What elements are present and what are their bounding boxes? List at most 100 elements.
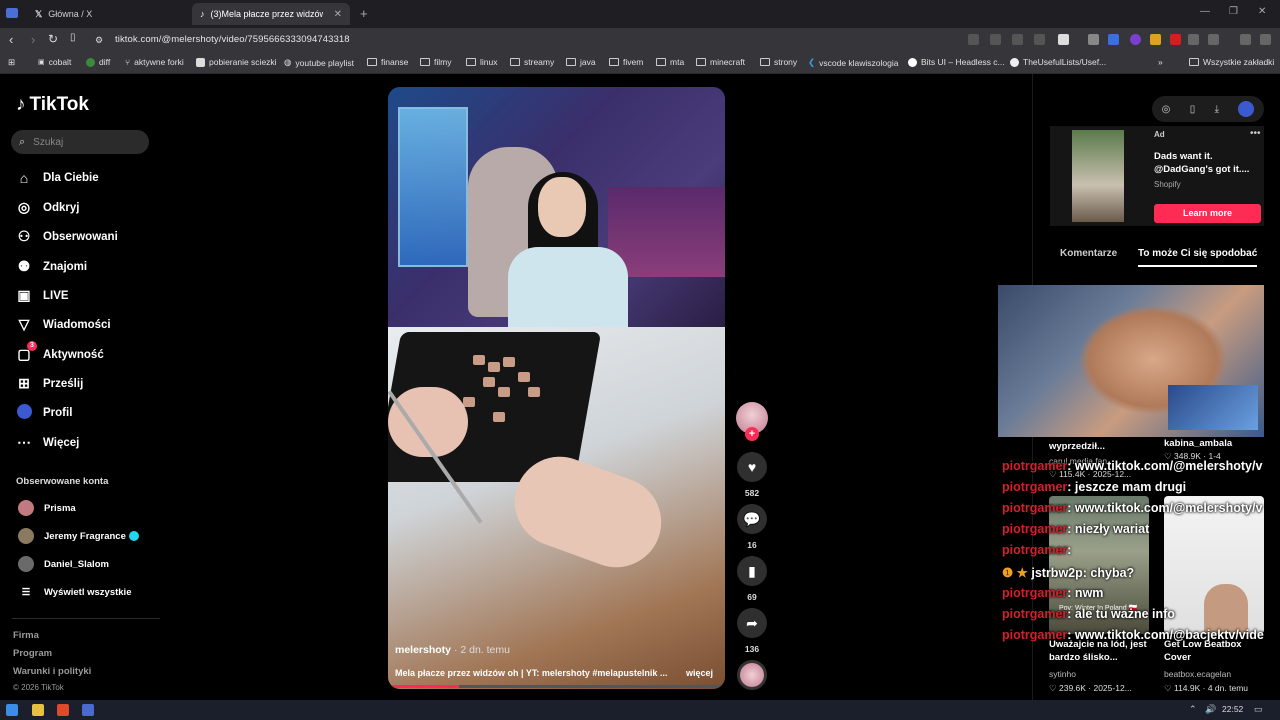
ad-more-icon[interactable]: ••• — [1250, 128, 1261, 139]
site-info-icon[interactable]: ⚙ — [95, 35, 103, 46]
extension-icon[interactable] — [1108, 34, 1119, 45]
bookmark-bits-ui[interactable]: Bits UI – Headless c... — [908, 57, 1005, 67]
footer-link-terms[interactable]: Warunki i polityki — [13, 666, 91, 677]
bookmark-aktywne-forki[interactable]: ⑂ aktywne forki — [125, 57, 184, 67]
menu-icon[interactable] — [1260, 34, 1271, 45]
followed-account[interactable]: Prisma — [18, 500, 76, 516]
nav-profil[interactable]: Profil — [16, 404, 72, 422]
close-window-button[interactable]: ✕ — [1258, 6, 1266, 17]
bookmark-page-icon[interactable]: ▯ — [70, 32, 76, 43]
nav-przeslij[interactable]: ⊞ Prześlij — [16, 375, 83, 392]
extension-icon[interactable] — [1170, 34, 1181, 45]
bookmark-filmy[interactable]: filmy — [420, 57, 451, 67]
app-icon[interactable] — [82, 704, 94, 716]
bookmark-minecraft[interactable]: minecraft — [696, 57, 745, 67]
minimize-button[interactable]: — — [1200, 6, 1210, 17]
card-title[interactable]: wyprzedził... — [1049, 440, 1105, 453]
extension-icon[interactable] — [1150, 34, 1161, 45]
more-bookmarks-icon[interactable]: » — [1158, 57, 1163, 67]
maximize-button[interactable]: ❐ — [1229, 6, 1238, 17]
reload-button[interactable]: ↻ — [48, 32, 58, 46]
bookmark-useful-lists[interactable]: TheUsefulLists/Usef... — [1010, 57, 1106, 67]
tab-komentarze[interactable]: Komentarze — [1060, 248, 1117, 259]
diff-icon — [86, 57, 95, 67]
user-avatar-icon[interactable] — [1238, 101, 1255, 117]
bookmark-fivem[interactable]: fivem — [609, 57, 643, 67]
card-author[interactable]: sytinho — [1049, 669, 1076, 679]
volume-icon[interactable]: 🔊 — [1205, 704, 1216, 715]
card-author[interactable]: beatbox.ecagelan — [1164, 669, 1231, 679]
share-button[interactable]: ➦ 136 — [737, 608, 767, 654]
media-icon[interactable] — [1240, 34, 1251, 45]
follow-plus-icon[interactable]: + — [745, 427, 759, 441]
music-disc-icon[interactable] — [737, 660, 767, 690]
nav-wiecej[interactable]: ⋯ Więcej — [16, 434, 79, 451]
video-author[interactable]: melershoty · 2 dn. temu — [395, 644, 510, 656]
sidebar-icon[interactable] — [1208, 34, 1219, 45]
pause-icon[interactable] — [1088, 34, 1099, 45]
apps-icon[interactable]: ⊞ — [8, 57, 15, 68]
browser-icon[interactable] — [57, 704, 69, 716]
followed-account[interactable]: Jeremy Fragrance — [18, 528, 139, 544]
show-all-button[interactable]: ☰ Wyświetl wszystkie — [18, 587, 132, 598]
followed-account[interactable]: Daniel_Slalom — [18, 556, 109, 572]
bookmark-pobieranie[interactable]: pobieranie sciezki — [196, 57, 277, 67]
compass-icon[interactable]: ◎ — [1162, 104, 1171, 115]
nav-live[interactable]: ▣ LIVE — [16, 287, 68, 304]
like-button[interactable]: ♥ 582 — [737, 452, 767, 498]
nav-dla-ciebie[interactable]: ⌂ Dla Ciebie — [16, 170, 99, 186]
nav-znajomi[interactable]: ⚉ Znajomi — [16, 258, 87, 275]
bookmark-java[interactable]: java — [566, 57, 596, 67]
tab-x[interactable]: 𝕏 Główna / X — [27, 3, 187, 25]
bookmark-mta[interactable]: mta — [656, 57, 684, 67]
browser-menu-icon[interactable] — [6, 8, 18, 18]
translate-icon[interactable] — [968, 34, 979, 45]
nav-aktywnosc[interactable]: ▢ 3 Aktywność — [16, 341, 104, 363]
footer-link-firma[interactable]: Firma — [13, 630, 39, 641]
download-icon[interactable]: ⤓ — [1215, 104, 1219, 115]
close-tab-icon[interactable]: ✕ — [334, 9, 342, 20]
tray-expand-icon[interactable]: ⌃ — [1189, 704, 1197, 715]
bookmark-diff[interactable]: diff — [86, 57, 110, 67]
shield-icon[interactable] — [1058, 34, 1069, 45]
bookmark-cobalt[interactable]: ▣ cobalt — [38, 57, 71, 67]
ad-card[interactable]: Ad ••• Dads want it. @DadGang's got it..… — [1050, 126, 1264, 226]
taskbar: ⌃ 🔊 22:52 ▭ — [0, 700, 1280, 720]
video-player[interactable]: melershoty · 2 dn. temu Mela płacze prze… — [388, 87, 725, 689]
learn-more-button[interactable]: Learn more — [1154, 204, 1261, 223]
share-icon[interactable] — [1034, 34, 1045, 45]
extension-icon[interactable] — [1130, 34, 1141, 45]
bookmark-linux[interactable]: linux — [466, 57, 497, 67]
footer-link-program[interactable]: Program — [13, 648, 52, 659]
save-button[interactable]: ▮ 69 — [737, 556, 767, 602]
card-title[interactable]: kabina_ambala — [1164, 437, 1232, 450]
search-input[interactable]: ⌕ Szukaj — [11, 130, 149, 154]
forward-button[interactable]: › — [31, 32, 35, 47]
bookmark-strony[interactable]: strony — [760, 57, 797, 67]
video-progress-bar[interactable] — [388, 685, 725, 688]
bookmark-youtube[interactable]: ◍ youtube playlist — [284, 57, 354, 68]
language-icon[interactable] — [990, 34, 1001, 45]
tab-recommended[interactable]: To może Ci się spodobać — [1138, 248, 1258, 267]
nav-wiadomosci[interactable]: ▽ Wiadomości — [16, 316, 111, 333]
phone-icon[interactable]: ▯ — [1190, 104, 1196, 115]
nav-obserwowani[interactable]: ⚇ Obserwowani — [16, 228, 118, 245]
video-thumbnail[interactable] — [1164, 496, 1264, 634]
bookmark-vscode[interactable]: ❮ vscode klawiszologia — [808, 57, 899, 68]
all-bookmarks[interactable]: Wszystkie zakładki — [1189, 57, 1274, 67]
new-tab-button[interactable]: + — [360, 6, 368, 21]
cast-icon[interactable] — [1012, 34, 1023, 45]
bookmark-streamy[interactable]: streamy — [510, 57, 554, 67]
more-button[interactable]: więcej — [686, 668, 713, 678]
file-explorer-icon[interactable] — [32, 704, 44, 716]
tiktok-logo[interactable]: ♪ TikTok — [16, 94, 89, 116]
comment-button[interactable]: 💬 16 — [737, 504, 767, 550]
notifications-icon[interactable]: ▭ — [1254, 704, 1263, 715]
back-button[interactable]: ‹ — [9, 32, 13, 47]
puzzle-icon[interactable] — [1188, 34, 1199, 45]
nav-odkryj[interactable]: ◎ Odkryj — [16, 199, 80, 216]
bookmark-finanse[interactable]: finanse — [367, 57, 408, 67]
start-icon[interactable] — [6, 704, 18, 716]
url-input[interactable]: tiktok.com/@melershoty/video/75956663330… — [115, 34, 350, 45]
tab-tiktok[interactable]: ♪ (3)Mela płacze przez widzów oh ✕ — [192, 3, 350, 25]
